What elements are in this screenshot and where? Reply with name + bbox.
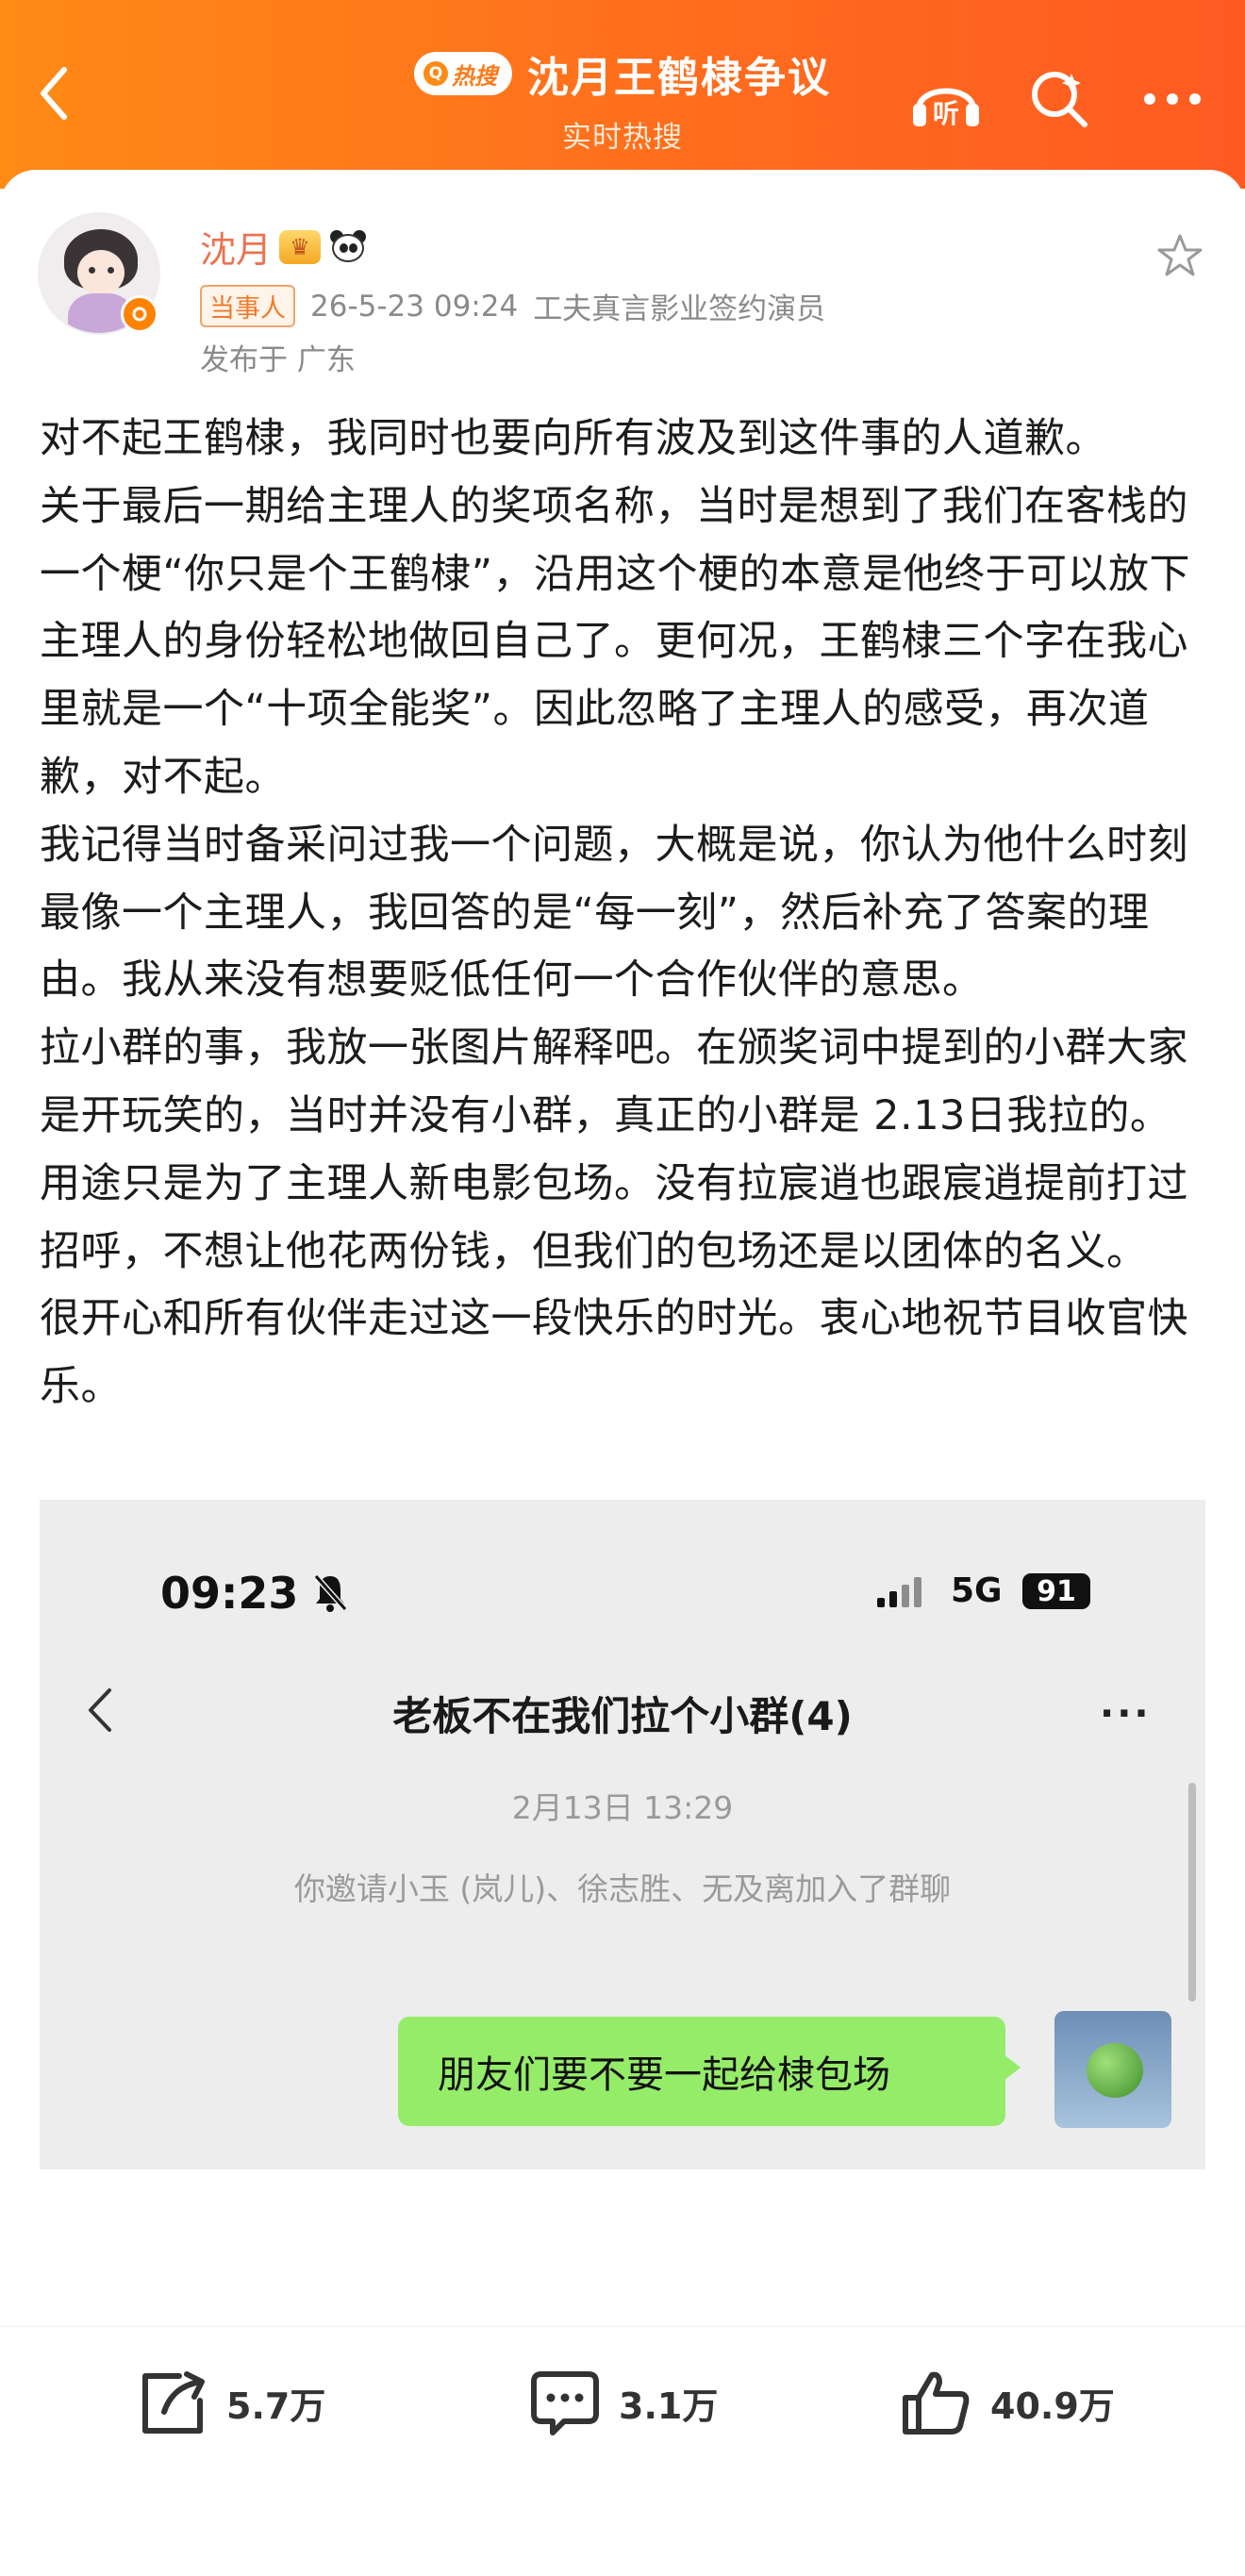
flame-icon: Q <box>423 61 448 86</box>
hot-badge-label: 热搜 <box>452 62 497 90</box>
more-button[interactable] <box>1136 62 1209 136</box>
chat-date: 2月13日 13:29 <box>511 1789 734 1826</box>
hot-search-badge: Q 热搜 <box>414 52 512 95</box>
post-time: 26-5-23 09:24 <box>310 289 519 324</box>
battery-level: 91 <box>1037 1574 1076 1608</box>
search-button[interactable] <box>1022 62 1096 136</box>
listen-button[interactable]: 听 <box>909 62 983 136</box>
attached-image[interactable]: 09:23 5G 91 老板不在我们拉个小群(4) ··· 2月13日 13:2… <box>40 1500 1205 2169</box>
page-title: 沈月王鹤棣争议 <box>527 54 831 102</box>
search-icon <box>1032 72 1087 127</box>
top-bar: Q 热搜 沈月王鹤棣争议 实时热搜 听 <box>0 0 1245 189</box>
scrollbar[interactable] <box>1188 1783 1196 2002</box>
author-name[interactable]: 沈月 <box>200 221 272 273</box>
post-paragraph: 我记得当时备采问过我一个问题，大概是说，你认为他什么时刻最像一个主理人，我回答的… <box>40 821 1188 1005</box>
chat-bubble: 朋友们要不要一起给棣包场 <box>398 2017 1021 2126</box>
post-paragraph: 很开心和所有伙伴走过这一段快乐的时光。衷心地祝节目收官快乐。 <box>40 1295 1188 1411</box>
party-tag: 当事人 <box>200 285 295 327</box>
crown-icon: ♛ <box>279 229 322 264</box>
signal-icon <box>877 1575 921 1607</box>
share-count: 5.7万 <box>226 2385 326 2427</box>
action-bar: 5.7万 3.1万 40.9万 <box>0 2326 1245 2576</box>
battery-icon: 91 <box>1022 1573 1090 1609</box>
author-name-row[interactable]: 沈月 ♛ <box>200 221 368 273</box>
author-description: 工夫真言影业签约演员 <box>533 292 826 326</box>
like-count: 40.9万 <box>990 2385 1115 2427</box>
post-location: 发布于 广东 <box>200 343 356 377</box>
listen-label: 听 <box>933 98 959 129</box>
chat-avatar <box>1054 2011 1171 2128</box>
chat-message: 朋友们要不要一起给棣包场 <box>438 2053 890 2097</box>
post-paragraph: 拉小群的事，我放一张图片解释吧。在颁奖词中提到的小群大家是开玩笑的，当时并没有小… <box>40 1024 1188 1275</box>
verified-icon <box>121 295 158 333</box>
chat-more-icon[interactable]: ··· <box>1100 1692 1152 1736</box>
thumbs-up-icon <box>903 2371 970 2435</box>
chat-title: 老板不在我们拉个小群(4) <box>392 1693 853 1739</box>
share-button[interactable]: 5.7万 <box>138 2327 325 2478</box>
comment-count: 3.1万 <box>619 2385 719 2427</box>
post-body: 对不起王鹤棣，我同时也要向所有波及到这件事的人道歉。 关于最后一期给主理人的奖项… <box>40 406 1209 1421</box>
favorite-button[interactable] <box>1153 228 1207 283</box>
post-paragraph: 关于最后一期给主理人的奖项名称，当时是想到了我们在客栈的一个梗“你只是个王鹤棣”… <box>40 482 1191 801</box>
star-icon <box>1157 234 1203 276</box>
status-time: 09:23 <box>160 1568 299 1619</box>
like-button[interactable]: 40.9万 <box>900 2327 1115 2478</box>
comment-button[interactable]: 3.1万 <box>528 2327 718 2478</box>
system-message: 你邀请小玉 (岚儿)、徐志胜、无及离加入了群聊 <box>293 1870 952 1907</box>
comment-icon <box>531 2371 599 2435</box>
bell-mute-icon <box>313 1574 348 1612</box>
post-paragraph: 对不起王鹤棣，我同时也要向所有波及到这件事的人道歉。 <box>40 415 1106 462</box>
more-icon <box>1144 93 1201 105</box>
post-meta: 当事人 26-5-23 09:24 工夫真言影业签约演员 <box>200 285 825 327</box>
panda-icon <box>328 228 368 266</box>
network-type: 5G <box>951 1571 1003 1610</box>
listen-icon: 听 <box>913 88 979 129</box>
share-icon <box>142 2371 205 2434</box>
